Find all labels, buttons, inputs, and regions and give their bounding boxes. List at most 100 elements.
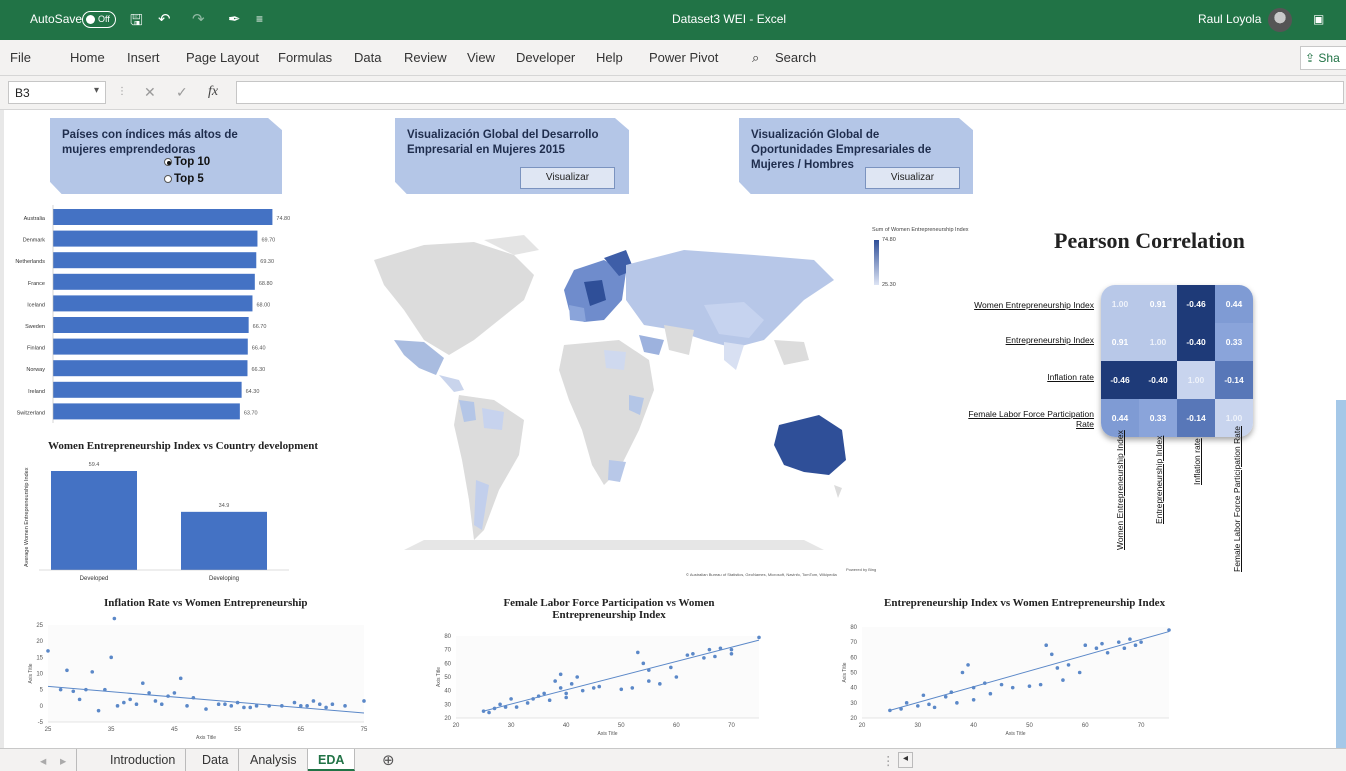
tab-data-sheet[interactable]: Data bbox=[192, 749, 240, 771]
tab-insert[interactable]: Insert bbox=[127, 50, 160, 65]
tab-review[interactable]: Review bbox=[404, 50, 447, 65]
correlation-cell: -0.40 bbox=[1177, 323, 1215, 361]
name-box[interactable]: B3 ▾ bbox=[8, 81, 106, 104]
bar bbox=[181, 511, 267, 570]
add-sheet-icon[interactable]: ⊕ bbox=[372, 747, 405, 769]
scatter-point bbox=[685, 653, 690, 657]
x-tick-label: 50 bbox=[1026, 723, 1033, 729]
corr-col-label-inflation[interactable]: Inflation rate bbox=[1192, 438, 1202, 485]
bar bbox=[53, 230, 258, 247]
sheet-area: Países con índices más altos de mujeres … bbox=[0, 110, 1336, 748]
y-tick-label: 80 bbox=[444, 634, 451, 640]
bar-category-label: Australia bbox=[24, 216, 46, 222]
tab-formulas[interactable]: Formulas bbox=[278, 50, 332, 65]
next-sheet-icon[interactable]: ▸ bbox=[50, 749, 78, 771]
bar bbox=[51, 471, 137, 570]
sheet-tab-bar: ◂ ▸ Introduction Data Analysis EDA ⊕ ⋮ ◂ bbox=[0, 748, 1346, 771]
insert-function-icon[interactable]: fx bbox=[208, 84, 218, 100]
visualize-dev-button[interactable]: Visualizar bbox=[520, 167, 615, 189]
scatter-point bbox=[96, 708, 101, 713]
corr-row-label-ei[interactable]: Entrepreneurship Index bbox=[964, 335, 1094, 345]
correlation-matrix: 1.00 0.91 -0.46 0.44 0.91 1.00 -0.40 0.33 -0.46-… bbox=[1101, 285, 1253, 437]
corr-col-label-flfpr[interactable]: Female Labor Force Participation Rate bbox=[1232, 426, 1242, 572]
scatter-point bbox=[1027, 684, 1032, 688]
tab-help[interactable]: Help bbox=[596, 50, 623, 65]
ribbon-search[interactable]: Search bbox=[775, 50, 816, 65]
corr-row-label-flfpr[interactable]: Female Labor Force Participation Rate bbox=[954, 409, 1094, 429]
y-tick-label: 60 bbox=[850, 655, 857, 661]
customize-qat-icon[interactable]: ≡ bbox=[256, 12, 263, 26]
user-name[interactable]: Raul Loyola bbox=[1198, 12, 1261, 26]
radio-top10[interactable]: Top 10 bbox=[164, 156, 210, 168]
map-asia bbox=[626, 250, 834, 370]
tab-view[interactable]: View bbox=[467, 50, 495, 65]
tab-file[interactable]: File bbox=[10, 50, 31, 65]
undo-icon[interactable]: ↶︎ bbox=[158, 10, 171, 28]
correlation-cell: 1.00 bbox=[1139, 323, 1177, 361]
tab-power-pivot[interactable]: Power Pivot bbox=[649, 50, 718, 65]
scatter-point bbox=[330, 702, 335, 707]
tab-data[interactable]: Data bbox=[354, 50, 381, 65]
scatter-point bbox=[757, 635, 761, 640]
redo-icon[interactable]: ↷︎ bbox=[192, 10, 205, 28]
scatter-point bbox=[128, 697, 132, 702]
scatter-point bbox=[553, 679, 557, 683]
scatter-point bbox=[1094, 646, 1099, 651]
tab-eda[interactable]: EDA bbox=[308, 749, 356, 771]
title-bar: AutoSave Off 🖫 ↶︎ ↷︎ ✒︎ ≡ Dataset3 WEI -… bbox=[0, 0, 1346, 40]
y-tick-label: 50 bbox=[444, 675, 451, 681]
scatter-point bbox=[564, 691, 568, 696]
radio-top5[interactable]: Top 5 bbox=[164, 173, 204, 185]
scatter-point bbox=[960, 670, 965, 675]
scatter-point bbox=[115, 704, 120, 708]
plot-area bbox=[862, 627, 1169, 718]
scatter-point bbox=[1061, 678, 1065, 682]
bar-data-label: 66.40 bbox=[252, 346, 266, 352]
scatter-point bbox=[216, 702, 221, 707]
corr-col-label-ei[interactable]: Entrepreneurship Index bbox=[1154, 436, 1164, 524]
y-tick-label: -5 bbox=[38, 720, 44, 726]
tab-introduction[interactable]: Introduction bbox=[100, 749, 187, 771]
formula-input[interactable] bbox=[236, 81, 1344, 104]
bar bbox=[53, 295, 253, 312]
tab-home[interactable]: Home bbox=[70, 50, 105, 65]
scatter-point bbox=[999, 682, 1004, 687]
bar-data-label: 68.80 bbox=[259, 281, 273, 287]
avatar[interactable] bbox=[1268, 8, 1292, 32]
ribbon-display-icon[interactable]: ▣ bbox=[1313, 12, 1324, 26]
bar bbox=[53, 381, 242, 398]
tab-page-layout[interactable]: Page Layout bbox=[186, 50, 259, 65]
map-legend-title: Sum of Women Entrepreneurship Index bbox=[872, 227, 969, 233]
bar-category-label: France bbox=[28, 281, 45, 287]
ribbon: File Home Insert Page Layout Formulas Da… bbox=[0, 40, 1346, 76]
enter-icon[interactable]: ✓ bbox=[176, 84, 188, 101]
search-icon[interactable]: ⌕ bbox=[752, 50, 759, 66]
dev-chart-title: Women Entrepreneurship Index vs Country … bbox=[48, 440, 319, 452]
corr-row-label-wei[interactable]: Women Entrepreneurship Index bbox=[964, 300, 1094, 310]
format-painter-icon[interactable]: ✒︎ bbox=[228, 10, 241, 28]
save-icon[interactable]: 🖫 bbox=[130, 10, 143, 35]
scatter-point bbox=[1077, 670, 1082, 675]
share-button[interactable]: ⇪ Sha bbox=[1300, 46, 1346, 70]
corr-col-label-wei[interactable]: Women Entrepreneurship Index bbox=[1115, 430, 1125, 550]
correlation-cell: 0.91 bbox=[1139, 285, 1177, 323]
cancel-icon[interactable]: ✕ bbox=[144, 84, 156, 101]
visualize-opp-button[interactable]: Visualizar bbox=[865, 167, 960, 189]
autosave-label: AutoSave bbox=[30, 12, 83, 26]
scatter-point bbox=[658, 682, 662, 686]
scatter-point bbox=[1116, 640, 1121, 644]
correlation-cell: -0.46 bbox=[1101, 361, 1139, 399]
labor-force-scatter-chart: 20 30 40 50 60 70 80 20 30 40 50 60 70 Axis Title Axis… bbox=[436, 634, 761, 737]
autosave-toggle[interactable]: Off bbox=[82, 11, 116, 28]
scatter-point bbox=[324, 705, 328, 710]
x-tick-label: 50 bbox=[618, 723, 625, 729]
tab-developer[interactable]: Developer bbox=[516, 50, 575, 65]
x-tick-label: 35 bbox=[108, 727, 115, 733]
scatter-point bbox=[569, 682, 574, 686]
scatter-point bbox=[707, 647, 712, 652]
corr-row-label-inflation[interactable]: Inflation rate bbox=[964, 372, 1094, 382]
tab-analysis[interactable]: Analysis bbox=[240, 749, 308, 771]
scatter-point bbox=[122, 700, 126, 705]
bar-category-label: Developing bbox=[209, 576, 239, 582]
hscroll-left-icon[interactable]: ◂ bbox=[898, 752, 914, 768]
